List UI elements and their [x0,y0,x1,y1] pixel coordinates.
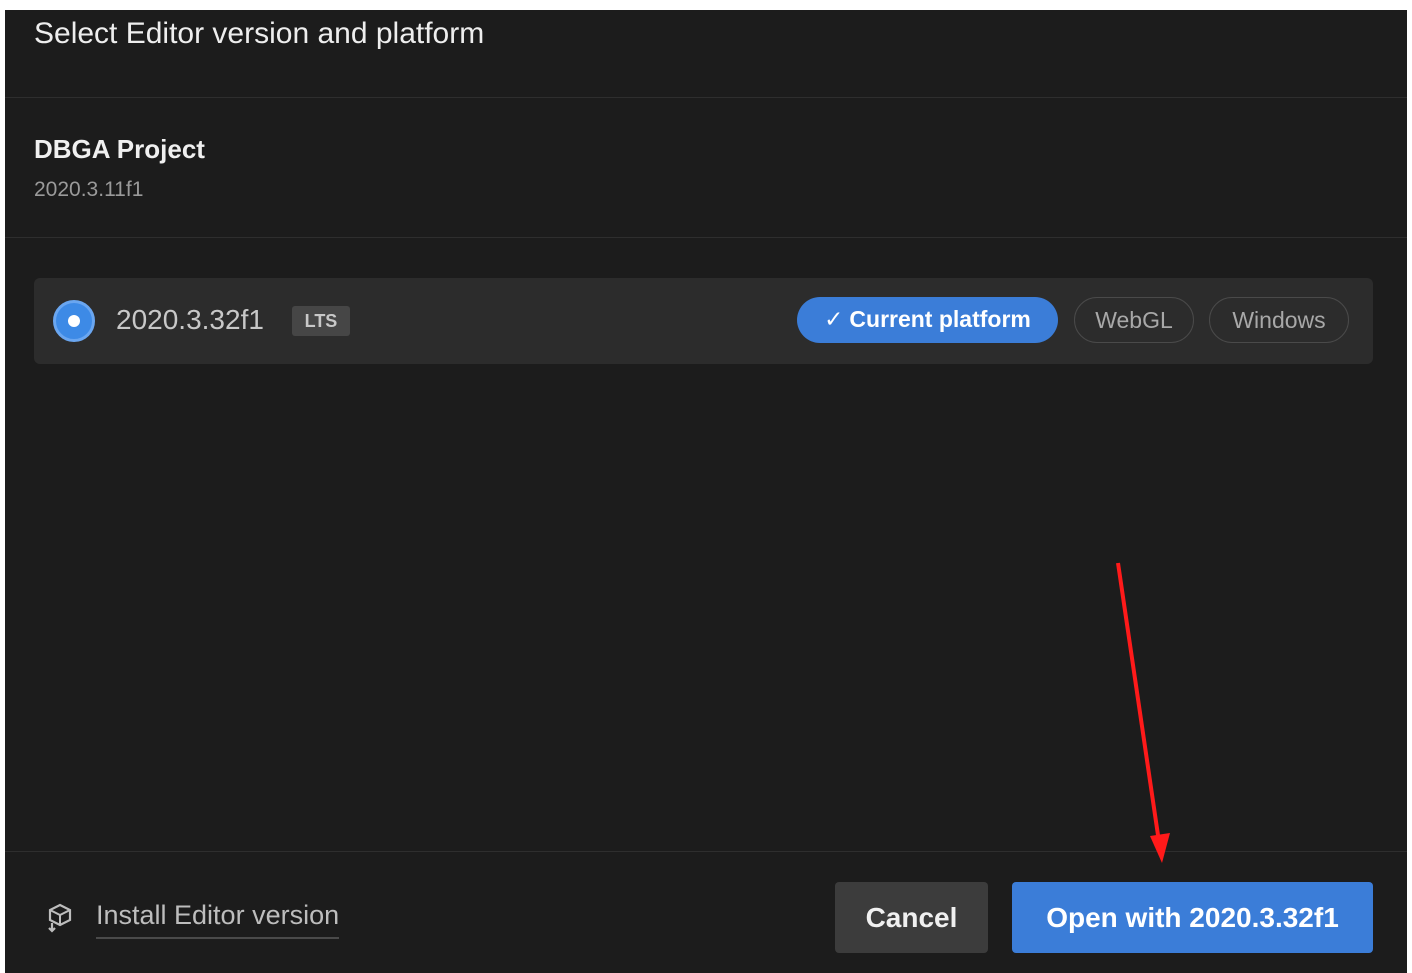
platform-windows-pill[interactable]: Windows [1209,297,1349,343]
platform-webgl-label: WebGL [1095,307,1173,333]
dialog-header: Select Editor version and platform [5,10,1407,98]
version-radio-button[interactable] [53,300,95,342]
install-editor-link[interactable]: Install Editor version [96,900,340,939]
check-icon: ✓ [824,306,844,332]
editor-version-row[interactable]: 2020.3.32f1 LTS ✓ Current platform WebGL … [34,278,1373,364]
dialog-footer: Install Editor version Cancel Open with … [5,851,1407,973]
editor-select-dialog: Select Editor version and platform DBGA … [5,10,1407,973]
project-name: DBGA Project [34,134,205,164]
cancel-button[interactable]: Cancel [835,882,988,953]
platform-webgl-pill[interactable]: WebGL [1074,297,1194,343]
install-editor-icon[interactable] [44,901,76,933]
radio-selected-dot [68,315,80,327]
editor-version-label: 2020.3.32f1 [116,304,264,335]
dialog-title: Select Editor version and platform [34,17,485,50]
platform-current-pill[interactable]: ✓ Current platform [797,297,1058,343]
platform-windows-label: Windows [1232,307,1326,333]
lts-badge: LTS [292,306,350,336]
platform-current-label: Current platform [849,306,1031,332]
project-version: 2020.3.11f1 [34,178,144,201]
project-info: DBGA Project 2020.3.11f1 [5,98,1407,238]
open-with-button[interactable]: Open with 2020.3.32f1 [1012,882,1373,953]
